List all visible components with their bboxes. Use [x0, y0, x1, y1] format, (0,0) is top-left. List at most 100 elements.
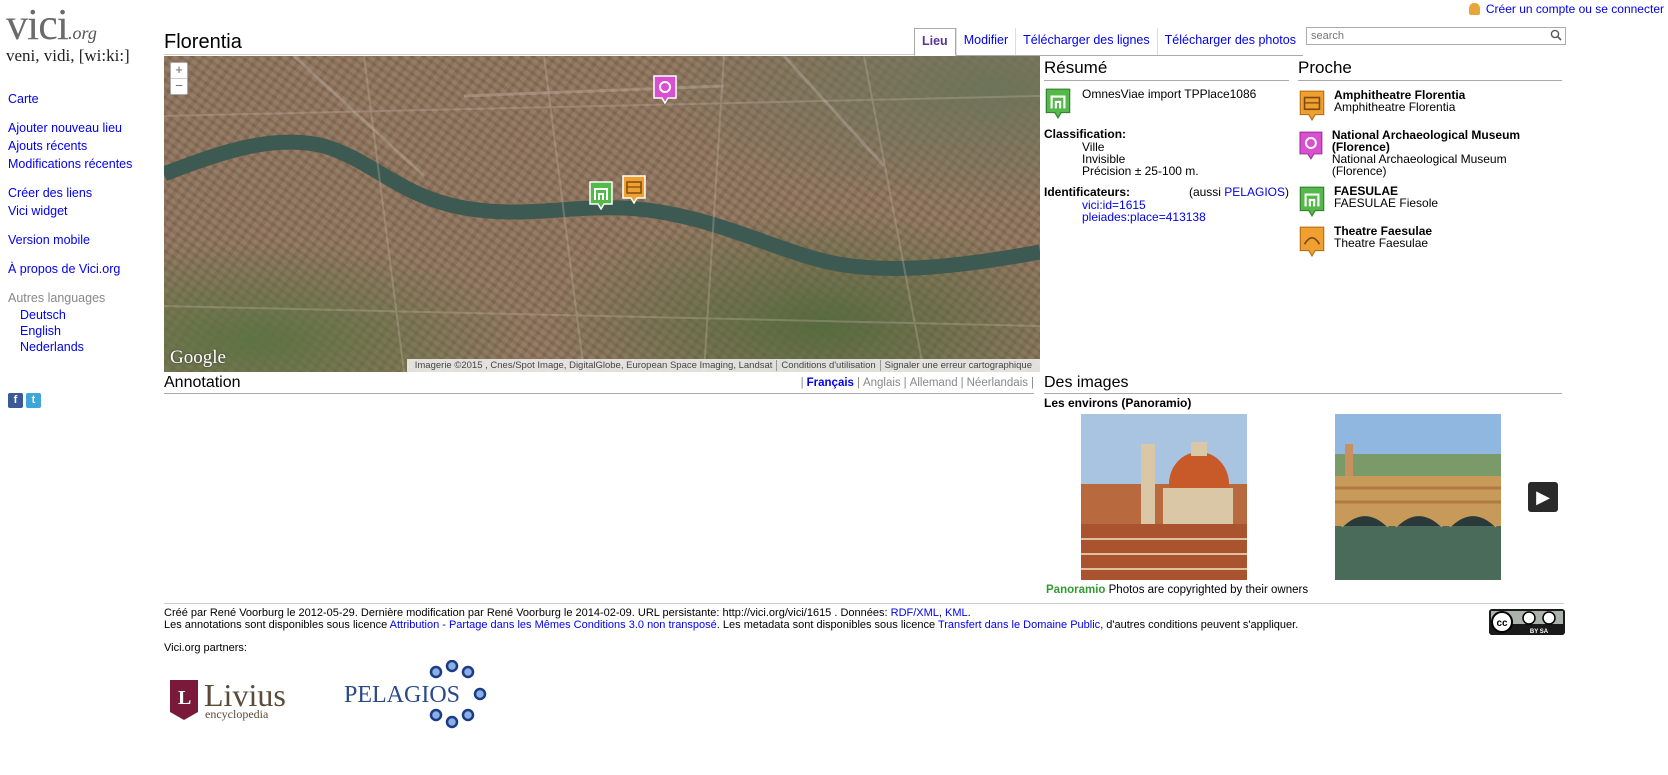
search-input[interactable] [1307, 28, 1545, 44]
nav-widget[interactable]: Vici widget [8, 202, 158, 220]
footer-created: Créé par René Voorburg le 2012-05-29. De… [164, 607, 891, 619]
lang-tab-neerlandais[interactable]: Néerlandais [964, 377, 1031, 389]
nearby-item-name[interactable]: National Archaeological Museum (Florence… [1332, 129, 1562, 153]
user-icon [1468, 3, 1480, 15]
images-subheading: Les environs (Panoramio) [1044, 396, 1192, 410]
search-icon[interactable] [1550, 29, 1562, 41]
lang-link-nederlands[interactable]: Nederlands [8, 339, 158, 355]
footer-end: . [967, 607, 971, 619]
images-heading: Des images [1044, 374, 1562, 394]
classification-label: Classification: [1044, 127, 1127, 141]
annotation-section: Annotation | Français | Anglais | Allemand | Né… [164, 374, 1034, 394]
cc-license-badge[interactable]: cc BY SA [1489, 609, 1565, 635]
resume-panel: Résumé OmnesViae import TPPlace1086 Clas… [1044, 58, 1289, 223]
lang-tab-anglais[interactable]: Anglais [860, 377, 904, 389]
nearby-item[interactable]: Amphitheatre Florentia Amphitheatre Flore… [1298, 89, 1562, 121]
livius-logo[interactable]: L Livius encyclopedia [168, 676, 302, 725]
panoramio-note: Photos are copyrighted by their owners [1108, 584, 1309, 596]
other-languages-label: Autres languages [8, 291, 106, 305]
nearby-item-sub: Amphitheatre Florentia [1334, 100, 1456, 114]
nav-recent-additions[interactable]: Ajouts récents [8, 137, 158, 155]
page-tabs: Lieu Modifier Télécharger des lignes Tél… [914, 28, 1303, 56]
kml-link[interactable]: KML [945, 607, 968, 619]
account-area: Créer un compte ou se connecter [1468, 2, 1664, 16]
pelagios-link[interactable]: PELAGIOS [1224, 185, 1285, 199]
zoom-out-button[interactable]: − [171, 78, 187, 94]
amphitheatre-icon [1299, 90, 1325, 121]
zoom-in-button[interactable]: + [171, 63, 187, 78]
classification-precision: Précision ± 25-100 m. [1082, 164, 1199, 178]
public-domain-link[interactable]: Transfert dans le Domaine Public [938, 619, 1100, 631]
tab-lieu[interactable]: Lieu [914, 28, 956, 56]
also-suffix: ) [1285, 185, 1289, 199]
next-arrow-icon[interactable]: ▶ [1528, 482, 1558, 512]
also-prefix: (aussi [1188, 185, 1225, 199]
nav-map[interactable]: Carte [8, 90, 158, 108]
search-box [1306, 27, 1566, 45]
tab-download-lines[interactable]: Télécharger des lignes [1015, 28, 1156, 55]
amphitheatre-marker-icon[interactable] [621, 174, 647, 204]
map-river [164, 56, 1040, 372]
resume-description: OmnesViae import TPPlace1086 [1082, 87, 1257, 101]
nearby-item[interactable]: National Archaeological Museum (Florence… [1298, 129, 1562, 177]
city-icon [1299, 186, 1325, 217]
lang-tab-francais[interactable]: Français [804, 377, 857, 389]
site-logo[interactable]: vici.org veni, vidi, [wi:ki:] [6, 3, 146, 66]
zoom-control: + − [170, 62, 188, 95]
nav-create-links[interactable]: Créer des liens [8, 184, 158, 202]
nearby-item[interactable]: Theatre Faesulae Theatre Faesulae [1298, 225, 1562, 257]
report-error-link[interactable]: Signaler une erreur cartographique [879, 360, 1036, 371]
museum-icon [1299, 131, 1323, 160]
nearby-heading: Proche [1298, 58, 1562, 81]
panoramio-photo[interactable] [1335, 414, 1501, 580]
panoramio-photo[interactable] [1081, 414, 1247, 580]
footer: Créé par René Voorburg le 2012-05-29. De… [164, 607, 1299, 631]
social-links: ft [8, 392, 44, 408]
nearby-item-sub: FAESULAE Fiesole [1334, 196, 1439, 210]
page-title: Florentia [164, 31, 242, 53]
footer-license-text: Les annotations sont disponibles sous li… [164, 618, 390, 631]
partners-label: Vici.org partners: [164, 642, 247, 654]
pelagios-wordmark: PELAGIOS [344, 682, 460, 708]
cc-by-sa-link[interactable]: Attribution - Partage dans les Mêmes Con… [390, 619, 717, 631]
nearby-item-sub: National Archaeological Museum (Florence… [1331, 152, 1507, 178]
google-logo: Google [170, 347, 226, 368]
city-marker-icon[interactable] [588, 180, 614, 210]
livius-letter: L [178, 687, 191, 709]
imagery-credit: Imagerie ©2015 , Cnes/Spot Image, Digita… [414, 360, 773, 371]
nav-mobile[interactable]: Version mobile [8, 231, 158, 249]
nav-add-place[interactable]: Ajouter nouveau lieu [8, 119, 158, 137]
resume-heading: Résumé [1044, 58, 1289, 81]
images-section: Des images Les environs (Panoramio) [1044, 374, 1562, 410]
tab-download-photos[interactable]: Télécharger des photos [1156, 28, 1303, 55]
tab-modifier[interactable]: Modifier [955, 28, 1015, 55]
identifiers-label: Identificateurs: [1044, 185, 1131, 199]
satellite-map[interactable]: + − Google Imagerie ©2015 , Cnes/Spot Im… [164, 56, 1040, 372]
identifier-pleiades-link[interactable]: pleiades:place=413138 [1082, 211, 1289, 223]
title-divider [164, 54, 914, 55]
nearby-panel: Proche Amphitheatre Florentia Amphitheatr… [1298, 58, 1562, 257]
annotation-heading: Annotation [164, 374, 241, 391]
create-account-link[interactable]: Créer un compte ou se connecter [1486, 2, 1664, 16]
pelagios-logo[interactable]: PELAGIOS [342, 659, 492, 733]
terms-link[interactable]: Conditions d'utilisation [776, 360, 880, 371]
facebook-icon[interactable]: f [8, 393, 23, 408]
nearby-item[interactable]: FAESULAE FAESULAE Fiesole [1298, 185, 1562, 217]
rdf-link[interactable]: RDF/XML [891, 607, 939, 619]
twitter-icon[interactable]: t [26, 393, 41, 408]
lang-link-deutsch[interactable]: Deutsch [8, 307, 158, 323]
lang-link-english[interactable]: English [8, 323, 158, 339]
museum-marker-icon[interactable] [652, 74, 678, 104]
footer-divider [164, 603, 1564, 604]
logo-text: vici [6, 0, 69, 49]
map-credits: Imagerie ©2015 , Cnes/Spot Image, Digita… [406, 359, 1040, 372]
nav-recent-changes[interactable]: Modifications récentes [8, 155, 158, 173]
cc-badge-label: BY SA [1530, 629, 1549, 635]
panoramio-logo[interactable]: Panoramio [1046, 584, 1105, 596]
sidebar-nav: Carte Ajouter nouveau lieu Ajouts récent… [8, 90, 158, 355]
footer-conditions-text: , d'autres conditions peuvent s'applique… [1100, 618, 1299, 631]
nav-about[interactable]: À propos de Vici.org [8, 260, 158, 278]
panoramio-credit: Panoramio Photos are copyrighted by thei… [1046, 584, 1308, 596]
lang-tab-allemand[interactable]: Allemand [907, 377, 961, 389]
svg-text:cc: cc [1496, 618, 1508, 629]
